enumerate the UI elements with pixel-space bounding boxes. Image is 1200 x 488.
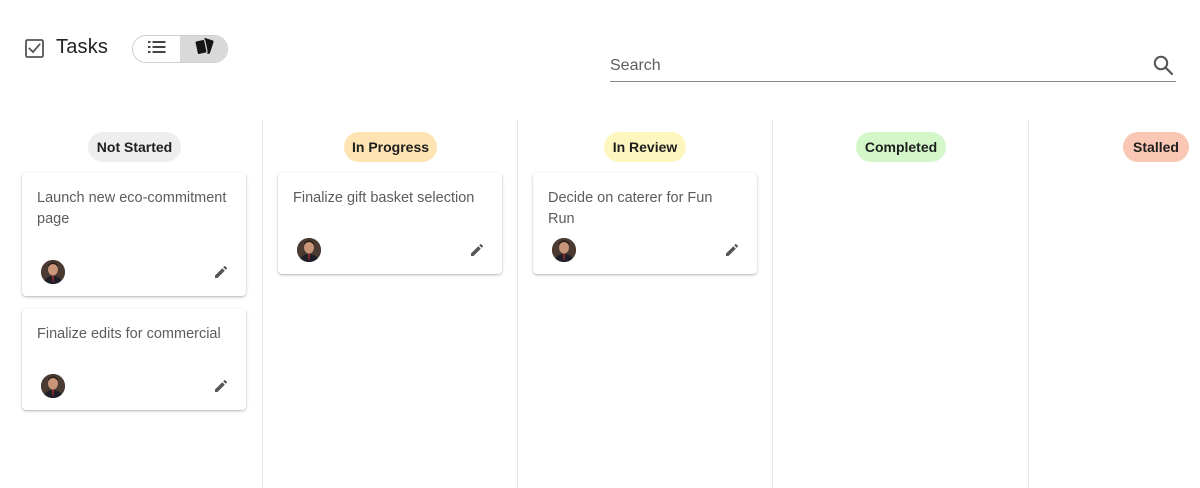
cards-icon xyxy=(193,37,215,62)
list-icon xyxy=(147,39,167,60)
avatar[interactable] xyxy=(41,374,65,398)
task-card[interactable]: Finalize edits for commercial xyxy=(22,309,246,410)
status-badge: Not Started xyxy=(88,132,181,162)
task-card[interactable]: Decide on caterer for Fun Run xyxy=(533,173,757,274)
search-icon[interactable] xyxy=(1152,54,1174,76)
tasks-app: Tasks Search Not Started Launch new eco-… xyxy=(0,0,1200,488)
list-view-button[interactable] xyxy=(133,36,180,62)
pencil-icon[interactable] xyxy=(470,243,484,257)
search-input[interactable] xyxy=(610,52,1140,80)
avatar[interactable] xyxy=(552,238,576,262)
task-title[interactable]: Finalize gift basket selection xyxy=(293,188,488,209)
page-title: Tasks xyxy=(56,36,109,58)
task-title[interactable]: Finalize edits for commercial xyxy=(37,324,232,345)
column-in-review: In Review Decide on caterer for Fun Run xyxy=(518,120,773,488)
column-stalled: Stalled xyxy=(1029,120,1200,488)
view-toggle xyxy=(132,35,228,63)
status-badge: In Review xyxy=(604,132,686,162)
card-view-button[interactable] xyxy=(180,36,227,62)
column-not-started: Not Started Launch new eco-commitment pa… xyxy=(0,120,262,488)
pencil-icon[interactable] xyxy=(214,379,228,393)
checkbox-checked-icon xyxy=(24,39,44,59)
task-card[interactable]: Launch new eco-commitment page xyxy=(22,173,246,296)
avatar[interactable] xyxy=(41,260,65,284)
column-completed: Completed xyxy=(773,120,1028,488)
status-badge: In Progress xyxy=(344,132,437,162)
avatar[interactable] xyxy=(297,238,321,262)
header: Tasks xyxy=(0,0,1200,110)
pencil-icon[interactable] xyxy=(214,265,228,279)
task-title[interactable]: Decide on caterer for Fun Run xyxy=(548,188,743,230)
status-badge: Completed xyxy=(856,132,946,162)
kanban-board: Not Started Launch new eco-commitment pa… xyxy=(0,120,1200,488)
status-badge: Stalled xyxy=(1123,132,1189,162)
task-title[interactable]: Launch new eco-commitment page xyxy=(37,188,232,230)
search-field xyxy=(610,52,1176,82)
pencil-icon[interactable] xyxy=(725,243,739,257)
task-card[interactable]: Finalize gift basket selection xyxy=(278,173,502,274)
page-title-group: Tasks xyxy=(24,36,108,59)
column-in-progress: In Progress Finalize gift basket selecti… xyxy=(263,120,518,488)
